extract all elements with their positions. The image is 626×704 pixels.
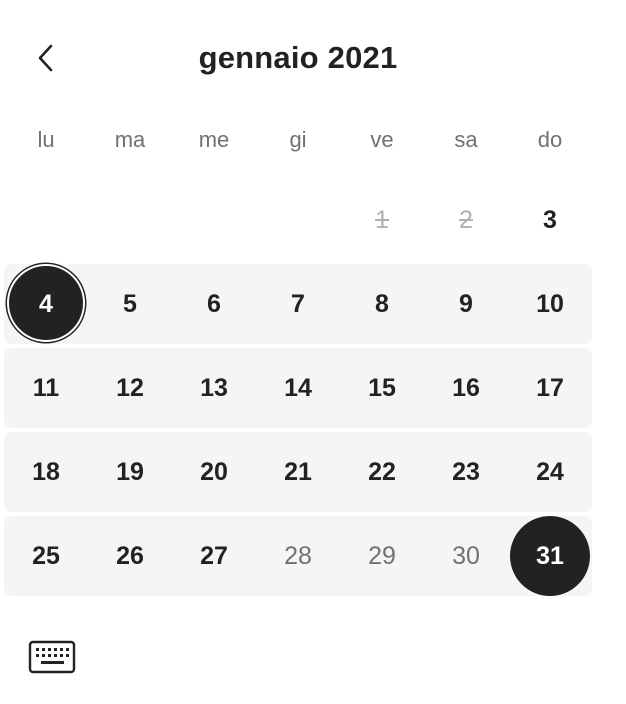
calendar-day-number: 31	[536, 541, 564, 570]
calendar-day[interactable]: 29	[340, 516, 424, 596]
calendar-day[interactable]: 8	[340, 264, 424, 344]
calendar-day-empty	[172, 180, 256, 260]
calendar-week-row: 1 2 3	[4, 180, 592, 260]
month-title: gennaio 2021	[198, 40, 398, 75]
calendar-day-number: 13	[200, 373, 228, 402]
calendar-day-number: 24	[536, 457, 564, 486]
calendar-day-number: 16	[452, 373, 480, 402]
calendar-day[interactable]: 17	[508, 348, 592, 428]
calendar-day-selected-start[interactable]: 4	[4, 262, 88, 344]
calendar-day[interactable]: 6	[172, 264, 256, 344]
calendar-day[interactable]: 9	[424, 264, 508, 344]
calendar-day-empty	[4, 180, 88, 260]
calendar-day-number: 19	[116, 457, 144, 486]
calendar-day[interactable]: 26	[88, 516, 172, 596]
calendar-day[interactable]: 24	[508, 432, 592, 512]
calendar-day-number: 29	[368, 541, 396, 570]
calendar-week-row: 11 12 13 14 15 16 17	[4, 348, 592, 428]
calendar-day-number: 26	[116, 541, 144, 570]
calendar-day-number: 2	[459, 205, 473, 234]
calendar-day[interactable]: 23	[424, 432, 508, 512]
calendar-day-number: 5	[123, 289, 137, 318]
calendar-day-number: 25	[32, 541, 60, 570]
calendar-day[interactable]: 20	[172, 432, 256, 512]
calendar-day-number: 18	[32, 457, 60, 486]
calendar-day-empty	[256, 180, 340, 260]
calendar-day[interactable]: 15	[340, 348, 424, 428]
calendar-day[interactable]: 14	[256, 348, 340, 428]
calendar-day[interactable]: 27	[172, 516, 256, 596]
calendar-header: gennaio 2021	[0, 28, 626, 88]
weekday-header: lu ma me gi ve sa do	[4, 120, 592, 160]
calendar-day-empty	[88, 180, 172, 260]
calendar-day[interactable]: 13	[172, 348, 256, 428]
calendar-day[interactable]: 25	[4, 516, 88, 596]
calendar-day-number: 6	[207, 289, 221, 318]
calendar-day[interactable]: 16	[424, 348, 508, 428]
calendar-week-row: 4 5 6 7 8 9 10	[4, 262, 592, 344]
weekday-label: sa	[454, 127, 478, 152]
calendar-day[interactable]: 19	[88, 432, 172, 512]
calendar-day-number: 15	[368, 373, 396, 402]
keyboard-icon	[28, 640, 76, 674]
calendar-day[interactable]: 7	[256, 264, 340, 344]
calendar-day-number: 20	[200, 457, 228, 486]
keyboard-input-button[interactable]	[24, 632, 80, 682]
calendar-day-number: 14	[284, 373, 312, 402]
calendar-day[interactable]: 5	[88, 264, 172, 344]
calendar-day[interactable]: 18	[4, 432, 88, 512]
calendar-day-number: 3	[543, 205, 557, 234]
weekday-label: ma	[114, 127, 146, 152]
calendar-day[interactable]: 10	[508, 264, 592, 344]
calendar-day[interactable]: 22	[340, 432, 424, 512]
calendar-day-number: 17	[536, 373, 564, 402]
calendar-day[interactable]: 3	[508, 180, 592, 260]
calendar-day-number: 28	[284, 541, 312, 570]
calendar-day-number: 27	[200, 541, 228, 570]
calendar-day-number: 4	[39, 289, 53, 318]
calendar-day-number: 30	[452, 541, 480, 570]
calendar-day[interactable]: 21	[256, 432, 340, 512]
calendar-day[interactable]: 12	[88, 348, 172, 428]
calendar-day-number: 12	[116, 373, 144, 402]
calendar-day: 2	[424, 180, 508, 260]
calendar-day: 1	[340, 180, 424, 260]
weekday-label: me	[198, 127, 230, 152]
calendar-day-selected-end[interactable]: 31	[508, 516, 592, 596]
calendar-week-row: 18 19 20 21 22 23 24	[4, 432, 592, 512]
weekday-label: do	[537, 127, 563, 152]
calendar-day[interactable]: 28	[256, 516, 340, 596]
weekday-label: ve	[370, 127, 394, 152]
calendar-day-number: 7	[291, 289, 305, 318]
calendar-day-number: 22	[368, 457, 396, 486]
calendar-day-number: 8	[375, 289, 389, 318]
calendar-day-number: 10	[536, 289, 564, 318]
weekday-label: gi	[289, 127, 307, 152]
calendar-day-number: 21	[284, 457, 312, 486]
calendar-day-number: 1	[375, 205, 389, 234]
calendar-day[interactable]: 11	[4, 348, 88, 428]
weekday-label: lu	[37, 127, 55, 152]
calendar-day-number: 23	[452, 457, 480, 486]
calendar-week-row: 25 26 27 28 29 30 31	[4, 516, 592, 596]
calendar-day[interactable]: 30	[424, 516, 508, 596]
calendar-day-number: 11	[32, 373, 60, 402]
calendar-day-number: 9	[459, 289, 473, 318]
